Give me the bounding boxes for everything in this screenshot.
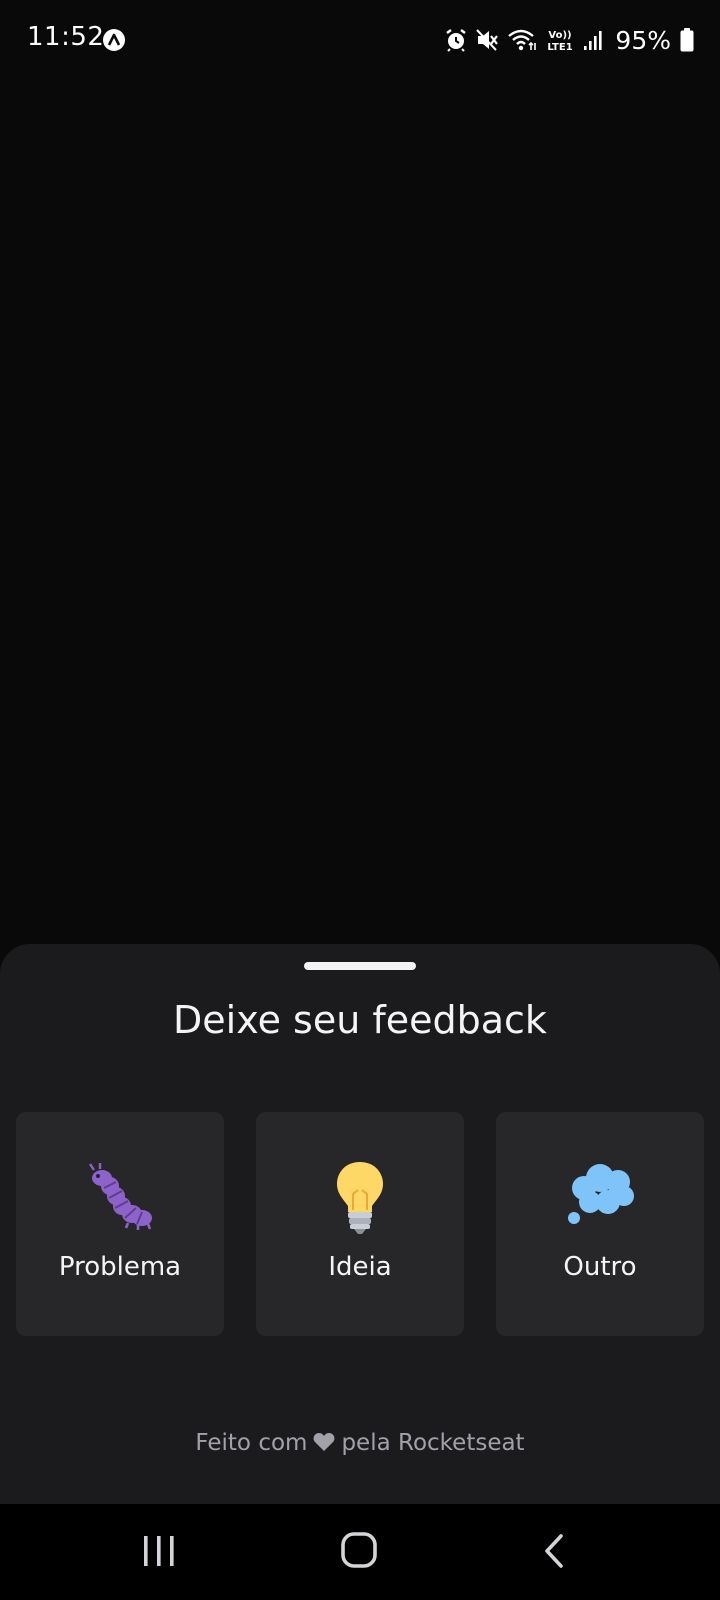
- back-button[interactable]: [533, 1530, 593, 1574]
- option-problema-button[interactable]: Problema: [16, 1112, 224, 1336]
- mute-icon: [476, 28, 499, 52]
- battery-icon: [680, 28, 694, 52]
- recents-icon: [130, 1536, 190, 1578]
- footer-credit: Feito com pela Rocketseat: [0, 1430, 720, 1458]
- wifi-icon: [507, 28, 537, 52]
- status-time: 11:52: [27, 22, 105, 52]
- screen: 11:52 Vo)) LTE1 95% Deixe seu feedback P…: [0, 0, 720, 1600]
- sheet-title: Deixe seu feedback: [173, 998, 547, 1042]
- status-bar: 11:52 Vo)) LTE1 95%: [0, 0, 720, 80]
- footer-text-before: Feito com: [195, 1430, 308, 1456]
- signal-icon: [583, 29, 603, 51]
- home-icon: [330, 1532, 390, 1578]
- option-ideia-button[interactable]: Ideia: [256, 1112, 464, 1336]
- footer-text-after: pela Rocketseat: [341, 1430, 525, 1456]
- lightbulb-icon: [320, 1156, 400, 1236]
- feedback-sheet: Deixe seu feedback Problema Ideia Outro …: [0, 944, 720, 1504]
- bug-icon: [80, 1156, 160, 1236]
- feedback-type-options: Problema Ideia Outro: [16, 1112, 704, 1336]
- navigation-bar: [0, 1504, 720, 1600]
- option-outro-button[interactable]: Outro: [496, 1112, 704, 1336]
- recents-button[interactable]: [130, 1530, 190, 1574]
- thought-bubble-icon: [560, 1156, 640, 1236]
- svg-text:LTE1: LTE1: [548, 42, 573, 53]
- sheet-drag-handle[interactable]: [304, 962, 416, 970]
- home-button[interactable]: [330, 1530, 390, 1574]
- battery-percentage: 95%: [615, 25, 671, 55]
- back-icon: [533, 1534, 593, 1578]
- option-ideia-label: Ideia: [328, 1252, 392, 1282]
- option-outro-label: Outro: [563, 1252, 637, 1282]
- volte-icon: Vo)) LTE1: [546, 27, 574, 53]
- app-notification-icon: [102, 28, 126, 52]
- heart-icon: [313, 1432, 335, 1458]
- status-icons: Vo)) LTE1 95%: [445, 24, 694, 56]
- svg-text:Vo)): Vo)): [549, 30, 572, 41]
- option-problema-label: Problema: [58, 1252, 182, 1282]
- alarm-icon: [445, 28, 467, 52]
